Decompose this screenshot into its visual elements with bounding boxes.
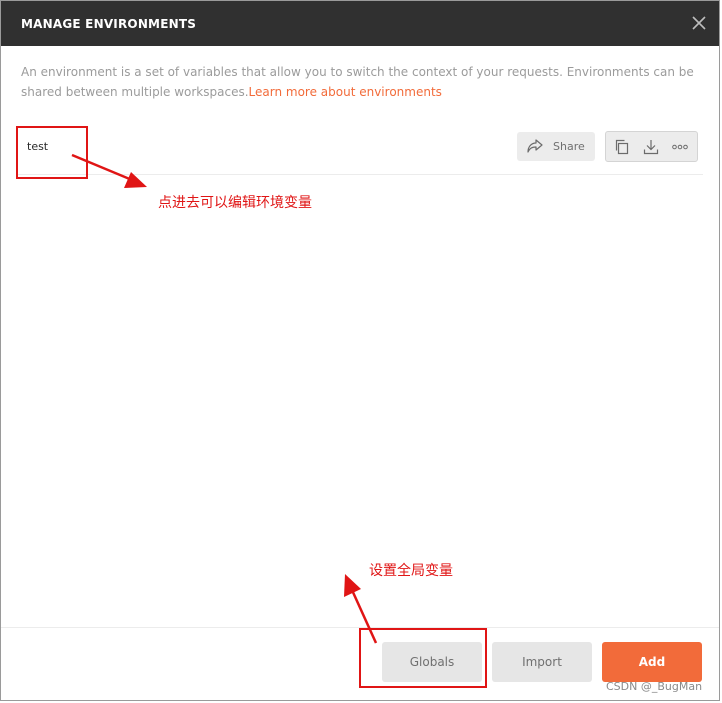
edit-hint-arrowhead xyxy=(124,172,147,188)
edit-hint-annotation: 点进去可以编辑环境变量 xyxy=(158,195,312,211)
globals-hint-annotation: 设置全局变量 xyxy=(369,563,453,579)
globals-hint-arrow-line xyxy=(350,589,378,644)
edit-hint-arrow-line xyxy=(71,153,133,182)
annotation-arrows xyxy=(71,153,378,644)
watermark: CSDN @_BugMan xyxy=(606,680,703,693)
